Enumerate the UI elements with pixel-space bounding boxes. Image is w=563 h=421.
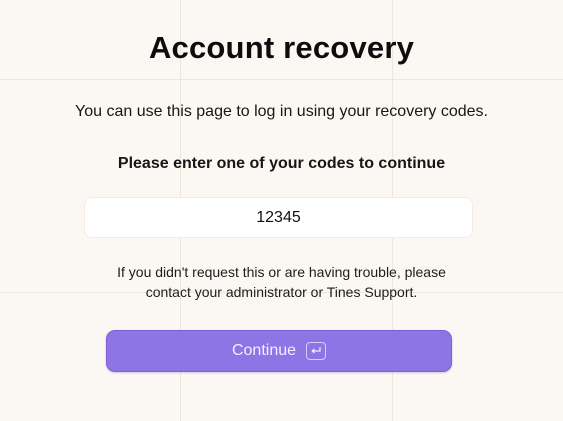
recovery-code-input[interactable]: [84, 197, 473, 238]
background-grid-line: [0, 79, 563, 80]
page-description: You can use this page to log in using yo…: [75, 103, 488, 120]
help-text-line: contact your administrator or Tines Supp…: [145, 284, 418, 300]
continue-button[interactable]: Continue: [106, 330, 452, 372]
enter-key-icon: [306, 342, 327, 360]
continue-button-label: Continue: [231, 342, 297, 359]
code-prompt: Please enter one of your codes to contin…: [117, 155, 446, 172]
page-title: Account recovery: [148, 30, 415, 65]
help-text-line: If you didn't request this or are having…: [117, 264, 446, 280]
help-text: If you didn't request this or are having…: [60, 262, 503, 302]
